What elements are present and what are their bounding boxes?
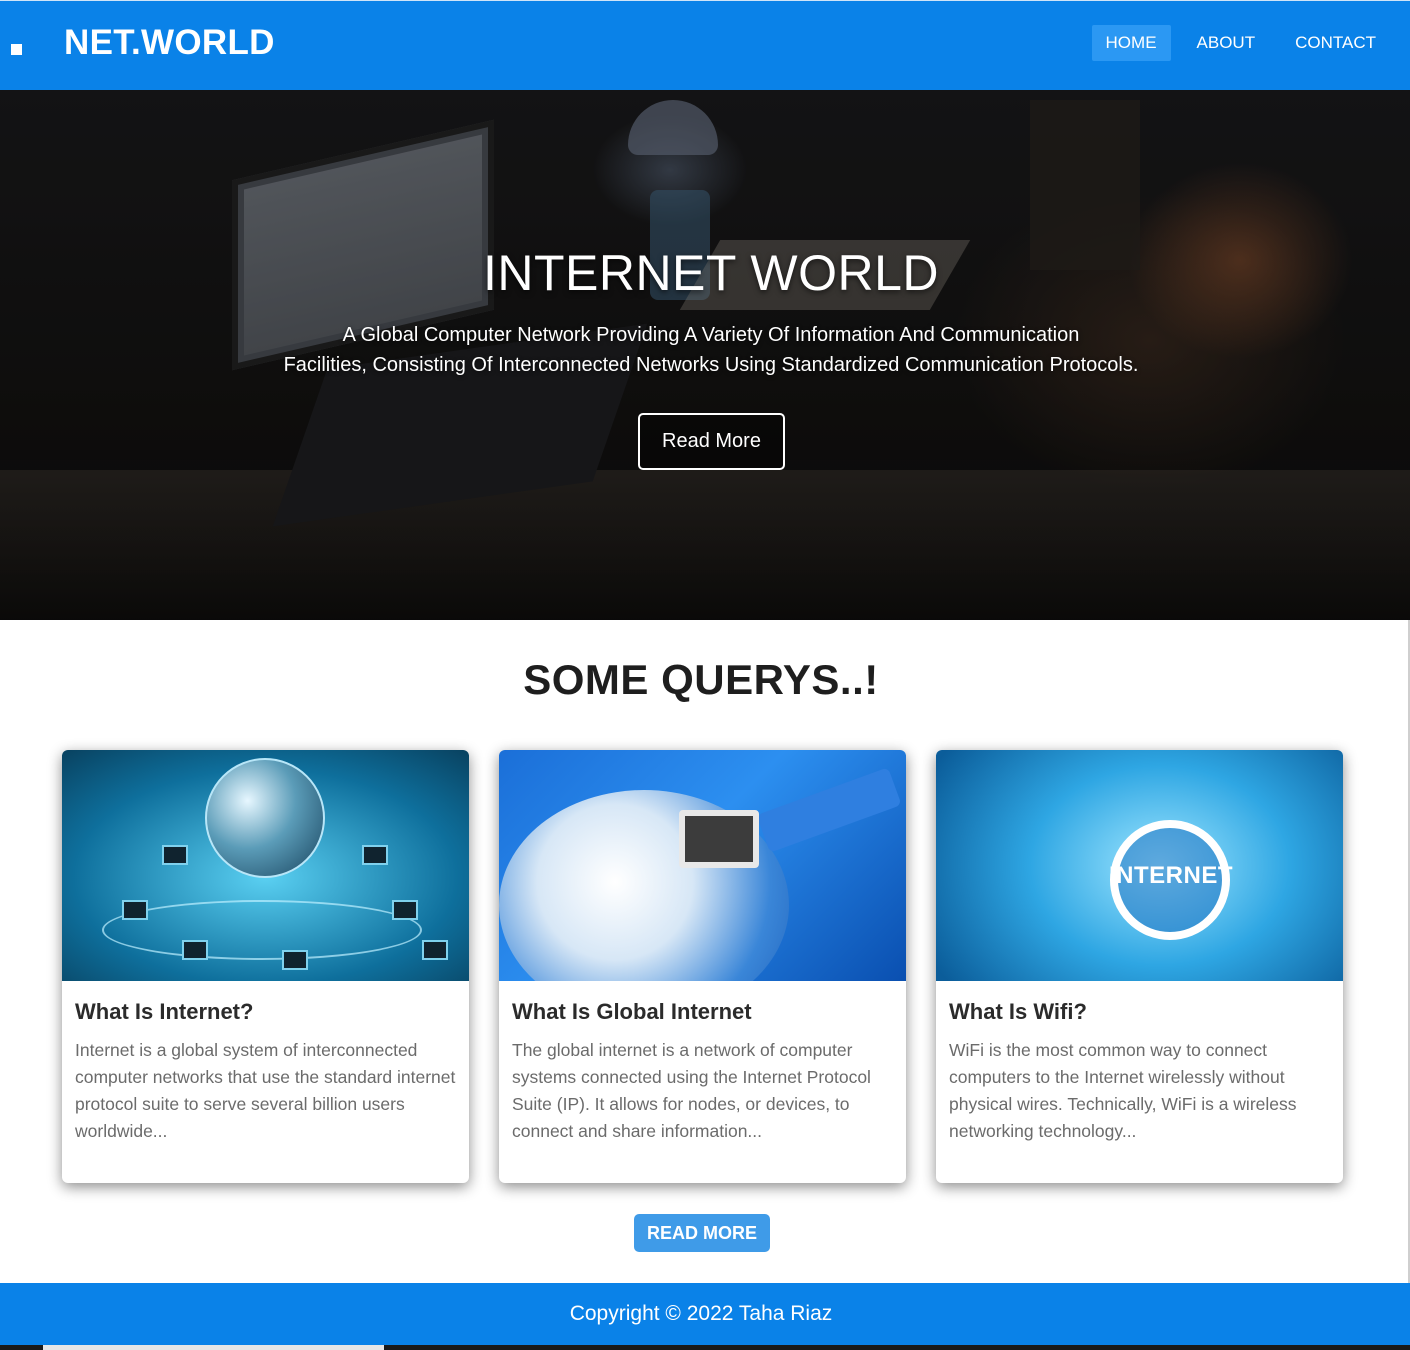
card-text: The global internet is a network of comp… xyxy=(512,1040,871,1141)
bottom-scroll-strip xyxy=(0,1345,1410,1350)
globe-icon xyxy=(205,758,325,878)
footer: Copyright © 2022 Taha Riaz xyxy=(0,1283,1410,1345)
hero-content: INTERNET WORLD A Global Computer Network… xyxy=(0,90,1410,620)
ethernet-port-icon xyxy=(679,810,759,868)
monitor-icon xyxy=(162,845,188,865)
hero-description: A Global Computer Network Providing A Va… xyxy=(0,320,1410,380)
monitor-icon xyxy=(362,845,388,865)
monitor-icon xyxy=(392,900,418,920)
internet-network-image xyxy=(62,750,469,981)
card-body: What Is Global Internet The global inter… xyxy=(499,981,906,1145)
card-internet[interactable]: What Is Internet? Internet is a global s… xyxy=(62,750,469,1183)
card-body: What Is Wifi? WiFi is the most common wa… xyxy=(936,981,1343,1145)
network-ring-shape xyxy=(102,900,422,960)
navbar: NET.WORLD HOME ABOUT CONTACT xyxy=(0,0,1410,90)
read-more-button[interactable]: READ MORE xyxy=(634,1214,770,1252)
monitor-icon xyxy=(182,940,208,960)
monitor-icon xyxy=(282,950,308,970)
card-global-internet[interactable]: What Is Global Internet The global inter… xyxy=(499,750,906,1183)
hero-banner: INTERNET WORLD A Global Computer Network… xyxy=(0,90,1410,620)
card-title: What Is Wifi? xyxy=(949,999,1087,1024)
wifi-internet-image: INTERNET xyxy=(936,750,1343,981)
section-title: SOME QUERYS..! xyxy=(523,656,879,703)
hero-read-more-button[interactable]: Read More xyxy=(638,413,785,470)
hero-description-line-1: A Global Computer Network Providing A Va… xyxy=(342,324,1080,346)
monitor-icon xyxy=(422,940,448,960)
nav-link-contact[interactable]: CONTACT xyxy=(1281,25,1390,61)
monitor-icon xyxy=(122,900,148,920)
menu-toggle-icon[interactable] xyxy=(11,44,22,55)
nav-link-about[interactable]: ABOUT xyxy=(1183,25,1270,61)
card-wifi[interactable]: INTERNET What Is Wifi? WiFi is the most … xyxy=(936,750,1343,1183)
hero-title: INTERNET WORLD xyxy=(482,245,940,301)
brand-logo[interactable]: NET.WORLD xyxy=(64,23,275,63)
card-title: What Is Global Internet xyxy=(512,999,752,1024)
internet-image-label: INTERNET xyxy=(1109,862,1233,889)
hero-description-line-2: Facilities, Consisting Of Interconnected… xyxy=(283,354,1139,376)
copyright-text: Copyright © 2022 Taha Riaz xyxy=(569,1302,833,1325)
global-internet-image xyxy=(499,750,906,981)
card-title: What Is Internet? xyxy=(75,999,254,1024)
card-text: Internet is a global system of interconn… xyxy=(75,1040,456,1141)
nav-link-home[interactable]: HOME xyxy=(1091,25,1171,61)
nav-links: HOME ABOUT CONTACT xyxy=(1091,25,1390,61)
ethernet-cable-icon xyxy=(756,767,902,853)
card-body: What Is Internet? Internet is a global s… xyxy=(62,981,469,1145)
card-text: WiFi is the most common way to connect c… xyxy=(949,1040,1297,1141)
